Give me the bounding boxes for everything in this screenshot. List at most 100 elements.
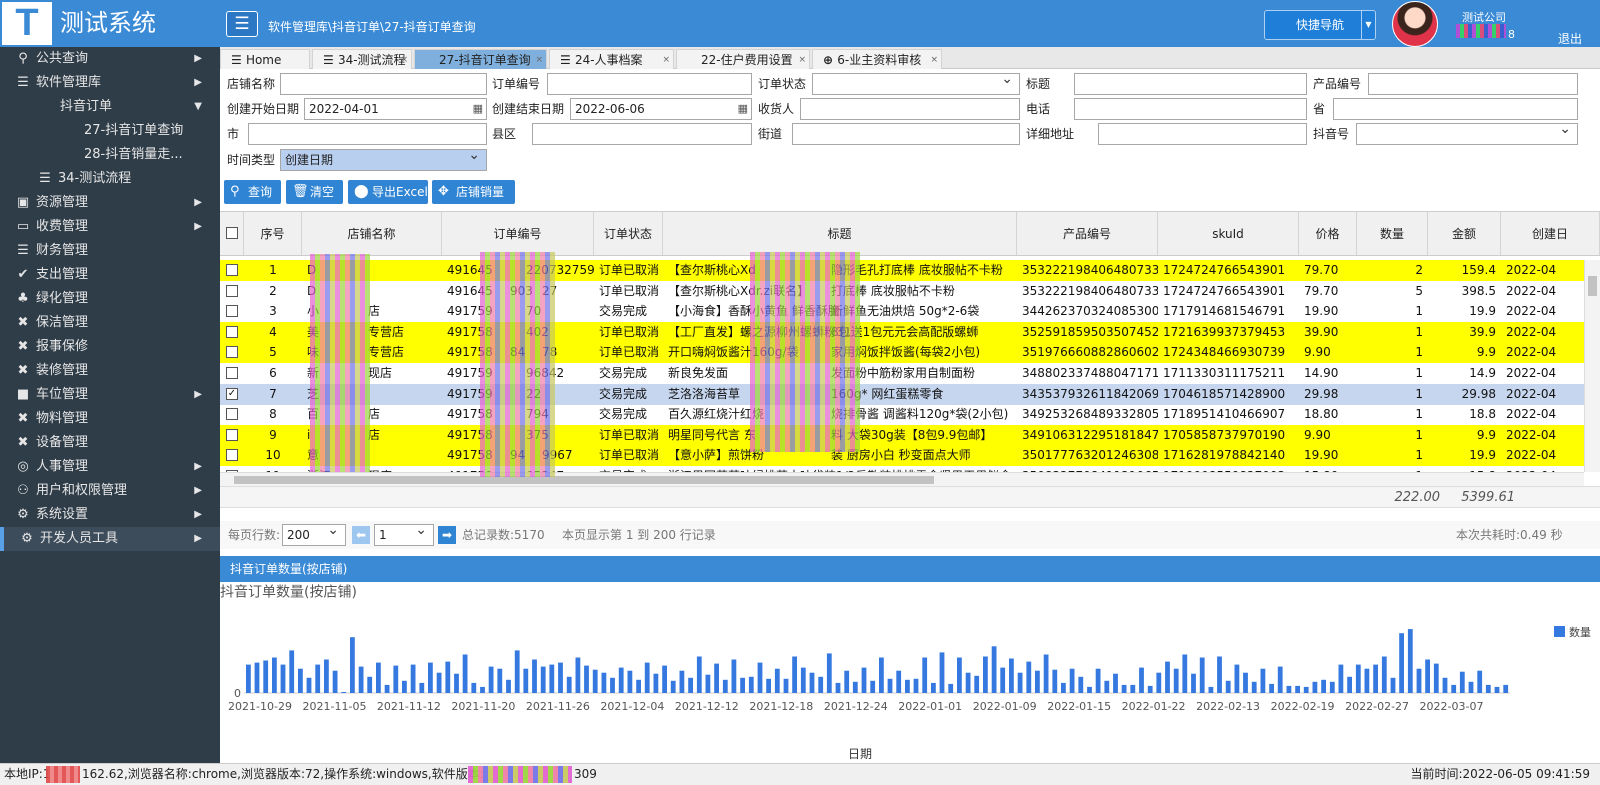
row-checkbox[interactable] (226, 367, 238, 379)
title-input[interactable] (1074, 73, 1307, 95)
tab-0[interactable]: ☰ Home (220, 49, 310, 69)
tab-3[interactable]: ☰ 24-人事档案 × (549, 49, 674, 69)
sidebar-item[interactable]: ⚇ 用户和权限管理 ▶ (0, 479, 220, 503)
table-row[interactable]: 3小店49175970交易完成【小海食】香酥小黄鱼 鲜香酥脆新鲜鱼无油烘焙 50… (220, 301, 1584, 322)
shop-name-input[interactable] (280, 73, 487, 95)
column-header[interactable]: 序号 (244, 212, 302, 255)
row-checkbox[interactable] (226, 284, 238, 297)
order-no-input[interactable] (547, 73, 752, 95)
shop-sales-button[interactable]: ✥ 店铺销量 (432, 180, 515, 204)
sidebar-item[interactable]: ✖ 装修管理 (0, 359, 220, 383)
sidebar-item[interactable]: ☰ 软件管理库 ▶ (0, 71, 220, 95)
row-checkbox[interactable] (226, 305, 238, 318)
column-header[interactable]: 标题 (663, 212, 1017, 255)
row-checkbox[interactable] (226, 325, 238, 338)
column-header[interactable]: 订单状态 (594, 212, 663, 255)
prev-page-icon[interactable]: ⬅ (352, 526, 370, 544)
sidebar-item[interactable]: ☰ 财务管理 (0, 239, 220, 263)
column-header[interactable]: 产品编号 (1017, 212, 1158, 255)
sidebar-item[interactable]: ✖ 报事保修 (0, 335, 220, 359)
row-checkbox[interactable] (226, 346, 238, 359)
clear-button[interactable]: 🗑 清空 (286, 180, 343, 204)
close-icon[interactable]: × (400, 50, 408, 70)
column-header[interactable]: 创建日 (1501, 212, 1600, 255)
close-icon[interactable]: × (930, 50, 938, 70)
tab-5[interactable]: ⊕ 6-业主资料审核 × (812, 49, 942, 69)
row-checkbox[interactable]: ✓ (226, 387, 238, 400)
sidebar-item[interactable]: ✔ 支出管理 (0, 263, 220, 287)
column-header[interactable]: 订单编号 (442, 212, 594, 255)
close-icon[interactable]: × (798, 50, 806, 70)
column-header[interactable]: skuId (1158, 212, 1299, 255)
time-type-select[interactable]: 创建日期 (280, 145, 487, 171)
address-input[interactable] (1098, 123, 1307, 145)
sidebar-item[interactable]: ⚙ 系统设置 ▶ (0, 503, 220, 527)
province-input[interactable] (1333, 98, 1578, 120)
row-checkbox[interactable] (226, 449, 238, 462)
scroll-thumb[interactable] (1588, 276, 1597, 296)
row-checkbox[interactable] (226, 408, 238, 421)
city-input[interactable] (248, 123, 487, 145)
product-no-input[interactable] (1368, 73, 1578, 95)
logout-link[interactable]: 退出 (1558, 30, 1582, 47)
bar (1329, 681, 1335, 693)
sidebar-item[interactable]: ☰ 34-测试流程 (0, 167, 220, 191)
create-end-date-input[interactable]: 2022-06-06 (570, 98, 752, 120)
tab-2[interactable]: 27-抖音订单查询 × (414, 49, 547, 69)
select-all-checkbox[interactable] (226, 227, 238, 239)
table-row[interactable]: 6新现店49175996842交易完成新良免发面发面粉中筋粉家用自制面粉3488… (220, 363, 1584, 384)
chevron-down-icon[interactable]: ▼ (1361, 11, 1375, 39)
receiver-input[interactable] (800, 98, 1020, 120)
tab-4[interactable]: 22-住户费用设置 × (676, 49, 810, 69)
hamburger-icon[interactable]: ☰ (226, 11, 258, 37)
sidebar-item[interactable]: ✖ 物料管理 (0, 407, 220, 431)
table-row[interactable]: 4美专营店491758402订单已取消【工厂直发】螺之源柳州螺蛳粉318包送1包… (220, 321, 1584, 343)
table-row[interactable]: 10意491758949967订单已取消【意小萨】煎饼粉装 厨房小白 秒变面点大… (220, 445, 1584, 467)
street-input[interactable] (792, 123, 1020, 145)
row-checkbox[interactable] (226, 264, 238, 276)
avatar[interactable] (1392, 1, 1438, 47)
create-start-date-input[interactable]: 2022-04-01 (304, 98, 487, 120)
sidebar-item[interactable]: ✖ 保洁管理 (0, 311, 220, 335)
phone-input[interactable] (1074, 98, 1307, 120)
close-icon[interactable]: × (662, 50, 670, 70)
export-excel-button[interactable]: ⬤ 导出Excel (348, 180, 428, 204)
sidebar-item[interactable]: ✖ 设备管理 (0, 431, 220, 455)
x-tick-label: 2021-10-29 (228, 700, 292, 713)
table-row[interactable]: ✓7芝49175922交易完成芝洛洛海苔草160g* 网红蛋糕零食3435379… (220, 383, 1584, 405)
page-select[interactable]: 1 (374, 520, 434, 546)
sidebar-item[interactable]: ⚙ 开发人员工具 ▶ (0, 527, 220, 551)
table-row[interactable]: 8百店491758794交易完成百久源红烧汁红烧烧排骨酱 调酱料120g*袋(2… (220, 404, 1584, 425)
column-header[interactable]: 店铺名称 (302, 212, 442, 255)
scroll-thumb[interactable] (234, 476, 934, 484)
sidebar-item[interactable]: ▣ 资源管理 ▶ (0, 191, 220, 215)
sidebar-item[interactable]: 28-抖音销量走... (0, 143, 220, 167)
column-header[interactable]: 金额 (1428, 212, 1501, 255)
query-button[interactable]: ⚲ 查询 (224, 180, 281, 204)
sidebar-item[interactable]: 27-抖音订单查询 (0, 119, 220, 143)
sidebar-item[interactable]: ◎ 人事管理 ▶ (0, 455, 220, 479)
sidebar-item[interactable]: 抖音订单 ▼ (0, 95, 220, 119)
douyin-no-select[interactable] (1356, 119, 1578, 145)
column-header[interactable]: 数量 (1357, 212, 1428, 255)
table-row[interactable]: 5味专营店4917588478订单已取消开口嗨焖饭酱汁160g/袋家用焖饭拌饭酱… (220, 342, 1584, 364)
column-header[interactable]: 价格 (1299, 212, 1357, 255)
sidebar-item[interactable]: ⚲ 公共查询 ▶ (0, 47, 220, 71)
next-page-icon[interactable]: ➡ (438, 526, 456, 544)
sidebar-item[interactable]: ♣ 绿化管理 (0, 287, 220, 311)
row-checkbox[interactable] (226, 428, 238, 441)
county-input[interactable] (532, 123, 752, 145)
rows-per-page-select[interactable]: 200 (282, 520, 346, 546)
cell-text: 19.9 (1469, 448, 1496, 463)
sidebar-item[interactable]: ▭ 收费管理 ▶ (0, 215, 220, 239)
order-status-select[interactable] (812, 69, 1020, 95)
horizontal-scrollbar[interactable] (220, 472, 1584, 486)
vertical-scrollbar[interactable] (1584, 260, 1600, 472)
table-row[interactable]: 2D49164590327订单已取消【查尔斯桃心Xdr.zi联名】打底棒 底妆服… (220, 281, 1584, 302)
table-row[interactable]: 9i店491758375订单已取消明星同号代言 东料 大袋30g装【8包9.9包… (220, 424, 1584, 446)
table-row[interactable]: 1D491645220732759订单已取消【查尔斯桃心Xd隐形毛孔打底棒 底妆… (220, 260, 1584, 281)
quick-nav-button[interactable]: 快捷导航 ▼ (1264, 10, 1376, 40)
tab-1[interactable]: ☰ 34-测试流程 × (312, 49, 412, 69)
sidebar-item[interactable]: ■ 车位管理 ▶ (0, 383, 220, 407)
close-icon[interactable]: × (535, 50, 543, 70)
